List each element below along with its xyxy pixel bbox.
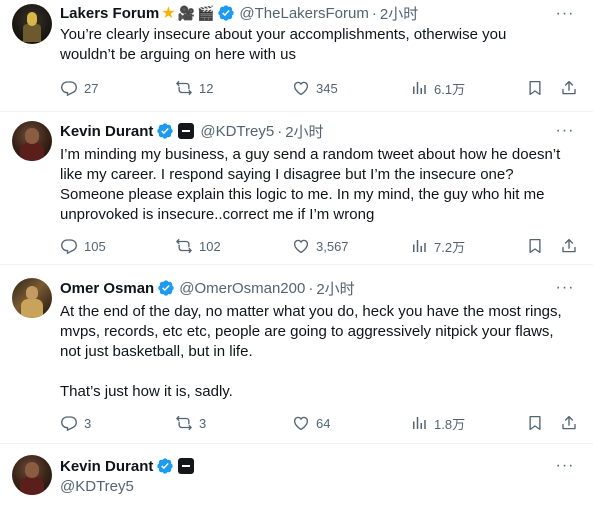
affiliation-icon[interactable] <box>178 123 195 139</box>
author-name[interactable]: Kevin Durant <box>60 123 153 140</box>
bookmark-icon <box>529 415 541 431</box>
tweet[interactable]: Omer Osman @OmerOsman200 · 2小时 ··· At th… <box>0 265 593 443</box>
timestamp[interactable]: 2小时 <box>316 278 354 299</box>
reply-count: 105 <box>84 238 106 254</box>
retweet-button[interactable]: 3 <box>175 413 206 433</box>
reply-count: 27 <box>84 80 99 96</box>
verified-icon[interactable] <box>156 457 174 475</box>
reply-button[interactable]: 27 <box>60 78 98 98</box>
views-button[interactable]: 1.8万 <box>410 413 465 433</box>
reply-count: 3 <box>84 415 92 431</box>
share-icon <box>562 415 576 430</box>
tweet-header: Kevin Durant <box>60 456 195 476</box>
retweet-count: 12 <box>199 80 214 96</box>
tweet-text: At the end of the day, no matter what yo… <box>60 303 562 400</box>
author-name[interactable]: Lakers Forum <box>60 5 159 22</box>
avatar[interactable] <box>12 278 52 318</box>
reply-icon <box>61 239 77 255</box>
verified-icon[interactable] <box>156 122 174 140</box>
separator-dot: · <box>371 4 377 22</box>
camera-icon: 🎥 <box>177 5 195 21</box>
tweet-header: Lakers Forum ★ 🎥 🎬 @TheLakersForum · 2小时 <box>60 3 418 23</box>
views-count: 6.1万 <box>434 81 466 97</box>
author-handle[interactable]: @KDTrey5 <box>200 123 274 140</box>
tweet-text: I’m minding my business, a guy send a ra… <box>60 146 561 223</box>
views-button[interactable]: 6.1万 <box>410 78 465 98</box>
reply-button[interactable]: 105 <box>60 236 106 256</box>
separator-dot: · <box>277 122 283 140</box>
tweet-header: Kevin Durant @KDTrey5 · 2小时 <box>60 121 324 141</box>
bookmark-button[interactable] <box>526 78 544 98</box>
author-handle[interactable]: @KDTrey5 <box>60 478 134 495</box>
more-options-icon[interactable]: ··· <box>555 4 575 24</box>
tweet-text: You’re clearly insecure about your accom… <box>60 26 507 63</box>
bookmark-button[interactable] <box>526 413 544 433</box>
share-button[interactable] <box>560 78 578 98</box>
tweet-actions: 3 3 64 1.8万 <box>60 413 580 433</box>
like-count: 3,567 <box>316 238 349 254</box>
more-options-icon[interactable]: ··· <box>555 456 575 476</box>
reply-icon <box>61 81 77 97</box>
share-icon <box>562 80 576 95</box>
share-icon <box>562 238 576 253</box>
retweet-icon <box>176 415 192 431</box>
share-button[interactable] <box>560 413 578 433</box>
retweet-button[interactable]: 102 <box>175 236 221 256</box>
bookmark-icon <box>529 80 541 96</box>
views-button[interactable]: 7.2万 <box>410 236 465 256</box>
avatar[interactable] <box>12 455 52 495</box>
affiliation-icon[interactable] <box>178 458 195 474</box>
author-handle[interactable]: @OmerOsman200 <box>179 280 305 297</box>
more-options-icon[interactable]: ··· <box>555 121 575 141</box>
reply-icon <box>61 416 77 432</box>
views-count: 1.8万 <box>434 416 466 432</box>
bookmark-icon <box>529 238 541 254</box>
retweet-count: 3 <box>199 415 207 431</box>
like-button[interactable]: 3,567 <box>292 236 349 256</box>
timestamp[interactable]: 2小时 <box>285 121 323 142</box>
like-count: 345 <box>316 80 338 96</box>
timestamp[interactable]: 2小时 <box>380 3 418 24</box>
tweet[interactable]: Kevin Durant @KDTrey5 · 2小时 ··· I’m mind… <box>0 112 593 264</box>
heart-icon <box>293 81 309 96</box>
verified-icon[interactable] <box>157 279 175 297</box>
like-button[interactable]: 64 <box>292 413 330 433</box>
heart-icon <box>293 239 309 254</box>
like-button[interactable]: 345 <box>292 78 338 98</box>
views-icon <box>413 82 426 94</box>
star-icon: ★ <box>161 5 176 22</box>
separator-dot: · <box>308 279 314 297</box>
verified-icon[interactable] <box>217 4 235 22</box>
tweet-header: Omer Osman @OmerOsman200 · 2小时 <box>60 278 355 298</box>
avatar[interactable] <box>12 121 52 161</box>
like-count: 64 <box>316 415 331 431</box>
tweet[interactable]: Lakers Forum ★ 🎥 🎬 @TheLakersForum · 2小时… <box>0 0 593 111</box>
views-icon <box>413 417 426 429</box>
author-handle[interactable]: @TheLakersForum <box>239 5 368 22</box>
views-icon <box>413 240 426 252</box>
bookmark-button[interactable] <box>526 236 544 256</box>
author-name[interactable]: Omer Osman <box>60 280 154 297</box>
retweet-button[interactable]: 12 <box>175 78 213 98</box>
retweet-icon <box>176 238 192 254</box>
retweet-count: 102 <box>199 238 221 254</box>
tweet-actions: 105 102 3,567 7.2万 <box>60 236 580 256</box>
more-options-icon[interactable]: ··· <box>555 278 575 298</box>
retweet-icon <box>176 80 192 96</box>
clapper-icon: 🎬 <box>196 5 215 21</box>
tweet-actions: 27 12 345 6.1万 <box>60 78 580 98</box>
heart-icon <box>293 416 309 431</box>
avatar[interactable] <box>12 4 52 44</box>
tweet-subheader: @KDTrey5 <box>60 476 134 496</box>
tweet[interactable]: Kevin Durant ··· @KDTrey5 <box>0 444 593 516</box>
views-count: 7.2万 <box>434 239 466 255</box>
author-name[interactable]: Kevin Durant <box>60 458 153 475</box>
share-button[interactable] <box>560 236 578 256</box>
reply-button[interactable]: 3 <box>60 413 91 433</box>
